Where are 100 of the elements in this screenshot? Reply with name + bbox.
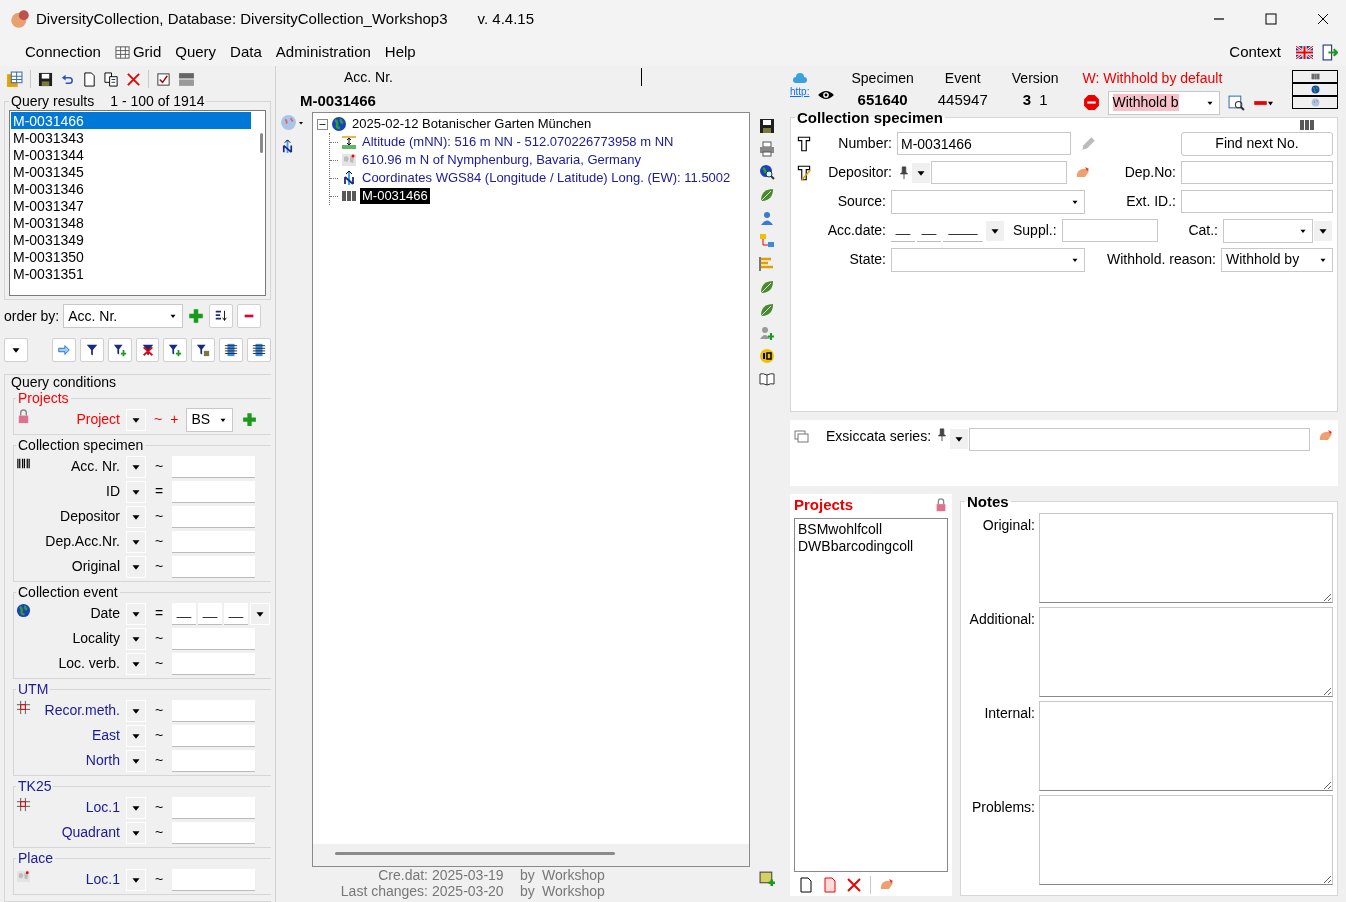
tray-icon[interactable] [178, 70, 195, 88]
input-field[interactable] [172, 699, 255, 722]
delete-icon[interactable] [126, 71, 141, 87]
cloud-icon[interactable] [791, 70, 808, 86]
input-field[interactable] [1181, 190, 1333, 213]
add-icon[interactable] [241, 411, 259, 428]
scrollbar-thumb[interactable] [335, 852, 615, 855]
input-field[interactable] [172, 530, 255, 553]
date-field[interactable]: __ [198, 602, 222, 625]
order-by-select[interactable]: Acc. Nr. [63, 304, 184, 328]
input-field[interactable] [172, 627, 255, 650]
tree-item[interactable]: 610.96 m N of Nymphenburg, Bavaria, Germany [360, 152, 643, 168]
project-select[interactable]: BS [186, 407, 234, 432]
input-field[interactable] [172, 724, 255, 747]
http-link[interactable]: http: [790, 86, 810, 98]
book-icon[interactable] [759, 371, 775, 387]
input-field[interactable] [172, 455, 255, 478]
input-field[interactable] [172, 555, 255, 578]
filter-add-button[interactable] [107, 338, 132, 362]
add-person-icon[interactable] [759, 325, 775, 341]
input-field[interactable] [1061, 219, 1158, 242]
filter-save-button[interactable] [191, 338, 216, 362]
exit-icon[interactable] [1321, 43, 1338, 61]
menu-item[interactable]: Connection [18, 41, 108, 63]
input-field[interactable] [172, 749, 255, 772]
result-item[interactable]: M-0031347 [11, 197, 251, 214]
find-next-button[interactable]: Find next No. [1181, 131, 1333, 156]
leaf-icon[interactable] [759, 302, 775, 318]
leaf-icon[interactable] [759, 187, 775, 203]
table-icon[interactable] [6, 70, 23, 88]
date-dropdown-button[interactable] [250, 602, 270, 625]
filter-add-button[interactable] [163, 338, 188, 362]
leaf-icon[interactable] [759, 279, 775, 295]
person-icon[interactable] [759, 210, 775, 226]
input-field[interactable] [172, 868, 255, 891]
input-field[interactable] [172, 796, 255, 819]
result-item[interactable]: M-0031348 [11, 214, 251, 231]
save-icon[interactable] [38, 71, 53, 87]
delete-icon[interactable] [846, 877, 862, 893]
globe-button[interactable] [1292, 83, 1338, 96]
tree-item[interactable]: M-0031466 [360, 188, 430, 204]
project-item[interactable]: BSMwohlfcoll [798, 521, 944, 538]
input-field[interactable]: M-0031466 [897, 132, 1071, 155]
date-field[interactable]: __ [172, 602, 196, 625]
remove-button[interactable] [237, 304, 262, 328]
result-item[interactable]: M-0031346 [11, 180, 251, 197]
add-database-icon[interactable] [758, 870, 776, 887]
input-field[interactable] [969, 428, 1310, 451]
scrollbar-thumb[interactable] [260, 133, 263, 153]
stop-icon[interactable] [1082, 94, 1100, 112]
save-icon[interactable] [759, 118, 775, 134]
date-field[interactable]: __ [224, 602, 248, 625]
filter-button[interactable] [79, 338, 104, 362]
printer-icon[interactable] [759, 141, 775, 157]
dropdown-button[interactable] [4, 338, 28, 362]
checkbox-icon[interactable] [156, 71, 171, 87]
result-item[interactable]: M-0031350 [11, 248, 251, 265]
list-button[interactable] [219, 338, 244, 362]
menu-item[interactable]: Help [377, 41, 423, 63]
project-item[interactable]: DWBbarcodingcoll [798, 537, 944, 555]
result-item[interactable]: M-0031343 [11, 129, 251, 146]
menu-item[interactable]: Administration [268, 41, 378, 63]
input-field[interactable] [172, 821, 255, 844]
windows-icon[interactable] [794, 428, 810, 444]
collapse-toggle[interactable] [317, 118, 328, 130]
add-icon[interactable] [187, 307, 206, 325]
result-item[interactable]: M-0031345 [11, 163, 251, 180]
input-field[interactable] [1181, 161, 1333, 184]
tree-item[interactable]: Altitude (mNN): 516 m NN - 512.070226773958 m NN [360, 134, 676, 150]
barcode-icon[interactable] [1299, 117, 1315, 133]
result-item[interactable]: M-0031466 [11, 112, 251, 129]
result-item[interactable]: M-0031349 [11, 231, 251, 248]
id-icon[interactable] [759, 348, 775, 364]
bars-icon[interactable] [759, 256, 775, 272]
withhold-reason-select[interactable]: Withhold by [1221, 247, 1333, 272]
new-document-icon[interactable] [798, 877, 814, 893]
north-arrow-icon[interactable] [280, 139, 295, 154]
hierarchy-icon[interactable] [759, 233, 775, 249]
result-item[interactable]: M-0031344 [11, 146, 251, 163]
sort-button[interactable] [209, 304, 234, 328]
input-field[interactable] [172, 480, 255, 503]
tree-item[interactable]: 2025-02-12 Botanischer Garten München [350, 116, 594, 132]
input-field[interactable] [931, 161, 1067, 184]
menu-item[interactable]: Grid [107, 41, 169, 63]
lock-icon[interactable] [934, 498, 948, 512]
globe-button[interactable] [1292, 96, 1338, 109]
menu-item[interactable]: Context [1222, 41, 1288, 63]
date-dropdown-button[interactable] [985, 219, 1005, 242]
input-field[interactable] [172, 505, 255, 528]
find-icon[interactable] [1227, 94, 1245, 112]
withhold-select[interactable]: Withhold b [1107, 90, 1220, 115]
pin-icon[interactable] [897, 165, 911, 180]
copy-icon[interactable] [104, 71, 119, 87]
barcode-button[interactable] [1292, 70, 1338, 83]
input-field[interactable] [172, 652, 255, 675]
menu-item[interactable]: Data [223, 41, 269, 63]
flag-icon[interactable] [1296, 43, 1313, 61]
tree-item[interactable]: Coordinates WGS84 (Longitude / Latitude) Long. (EW): 11.5002 [360, 170, 733, 186]
globe-search-icon[interactable] [759, 164, 775, 180]
filter-clear-button[interactable] [135, 338, 160, 362]
